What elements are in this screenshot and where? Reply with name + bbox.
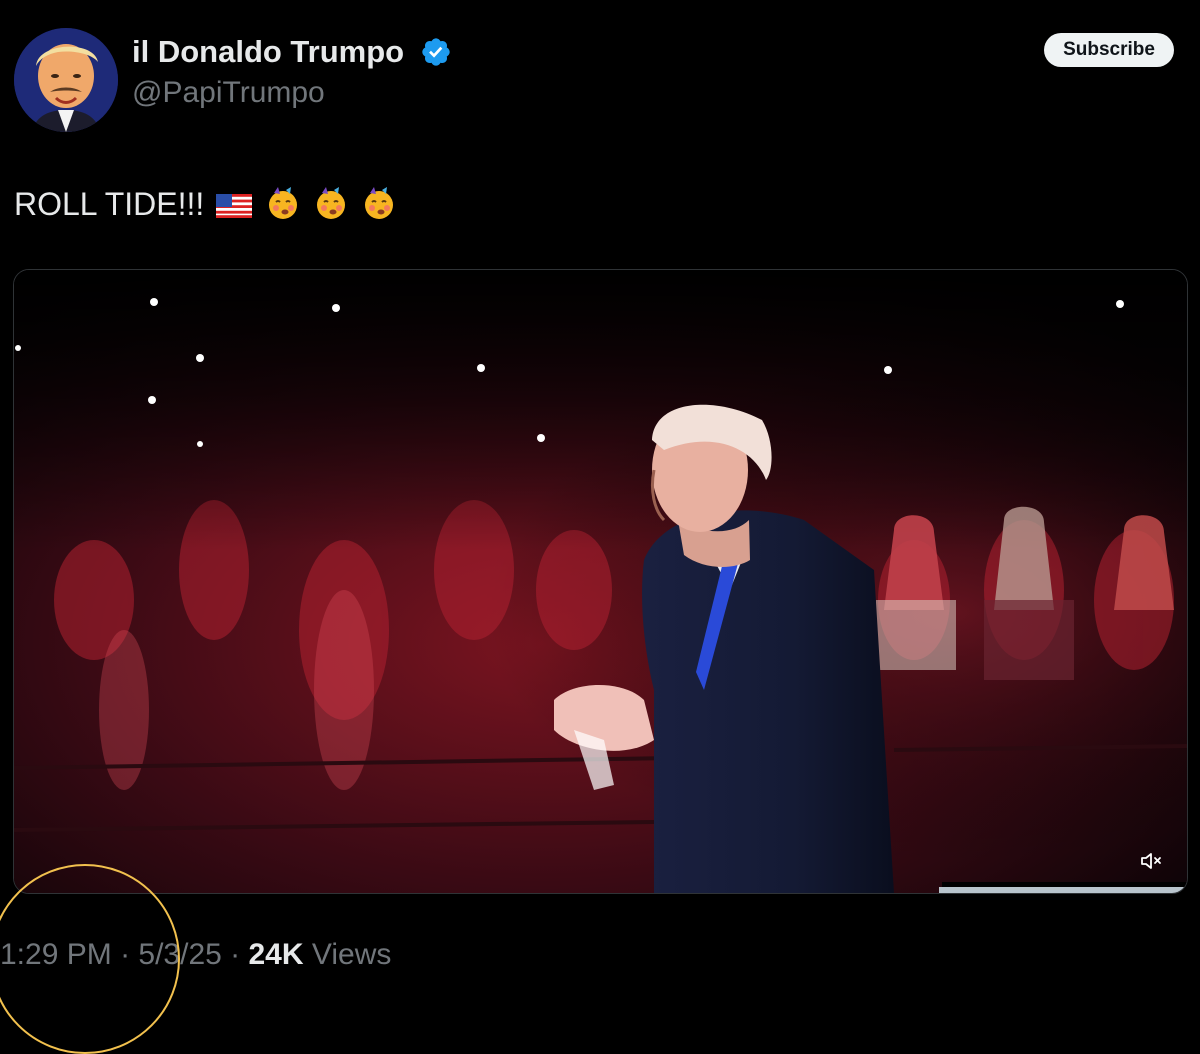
video-player[interactable]	[13, 269, 1188, 894]
meta-separator: ·	[221, 938, 249, 971]
subscribe-button[interactable]: Subscribe	[1044, 33, 1174, 67]
face-savoring-icon	[364, 187, 393, 219]
post-metadata: 1:29 PM · 5/3/25 · 24K Views	[0, 938, 391, 972]
meta-separator: ·	[111, 938, 139, 971]
video-frame-image	[14, 270, 1187, 893]
speaker-muted-icon[interactable]	[1139, 849, 1163, 873]
face-savoring-icon	[269, 187, 298, 219]
flag-us-icon	[216, 194, 253, 218]
post-text: ROLL TIDE!!!	[14, 186, 205, 222]
post-date[interactable]: 5/3/25	[138, 938, 221, 971]
post-time[interactable]: 1:29 PM	[0, 938, 112, 971]
author-avatar[interactable]	[14, 28, 118, 132]
views-count: 24K	[248, 938, 304, 971]
face-savoring-icon	[316, 187, 345, 219]
avatar-portrait-image	[14, 28, 118, 132]
post-text-container: ROLL TIDE!!!	[14, 186, 396, 223]
verified-checkmark-icon	[422, 38, 450, 66]
video-progress-bar[interactable]	[939, 887, 1187, 893]
views-label: Views	[303, 938, 392, 971]
author-handle[interactable]: @PapiTrumpo	[132, 76, 325, 110]
author-display-name[interactable]: il Donaldo Trumpo	[132, 34, 404, 70]
